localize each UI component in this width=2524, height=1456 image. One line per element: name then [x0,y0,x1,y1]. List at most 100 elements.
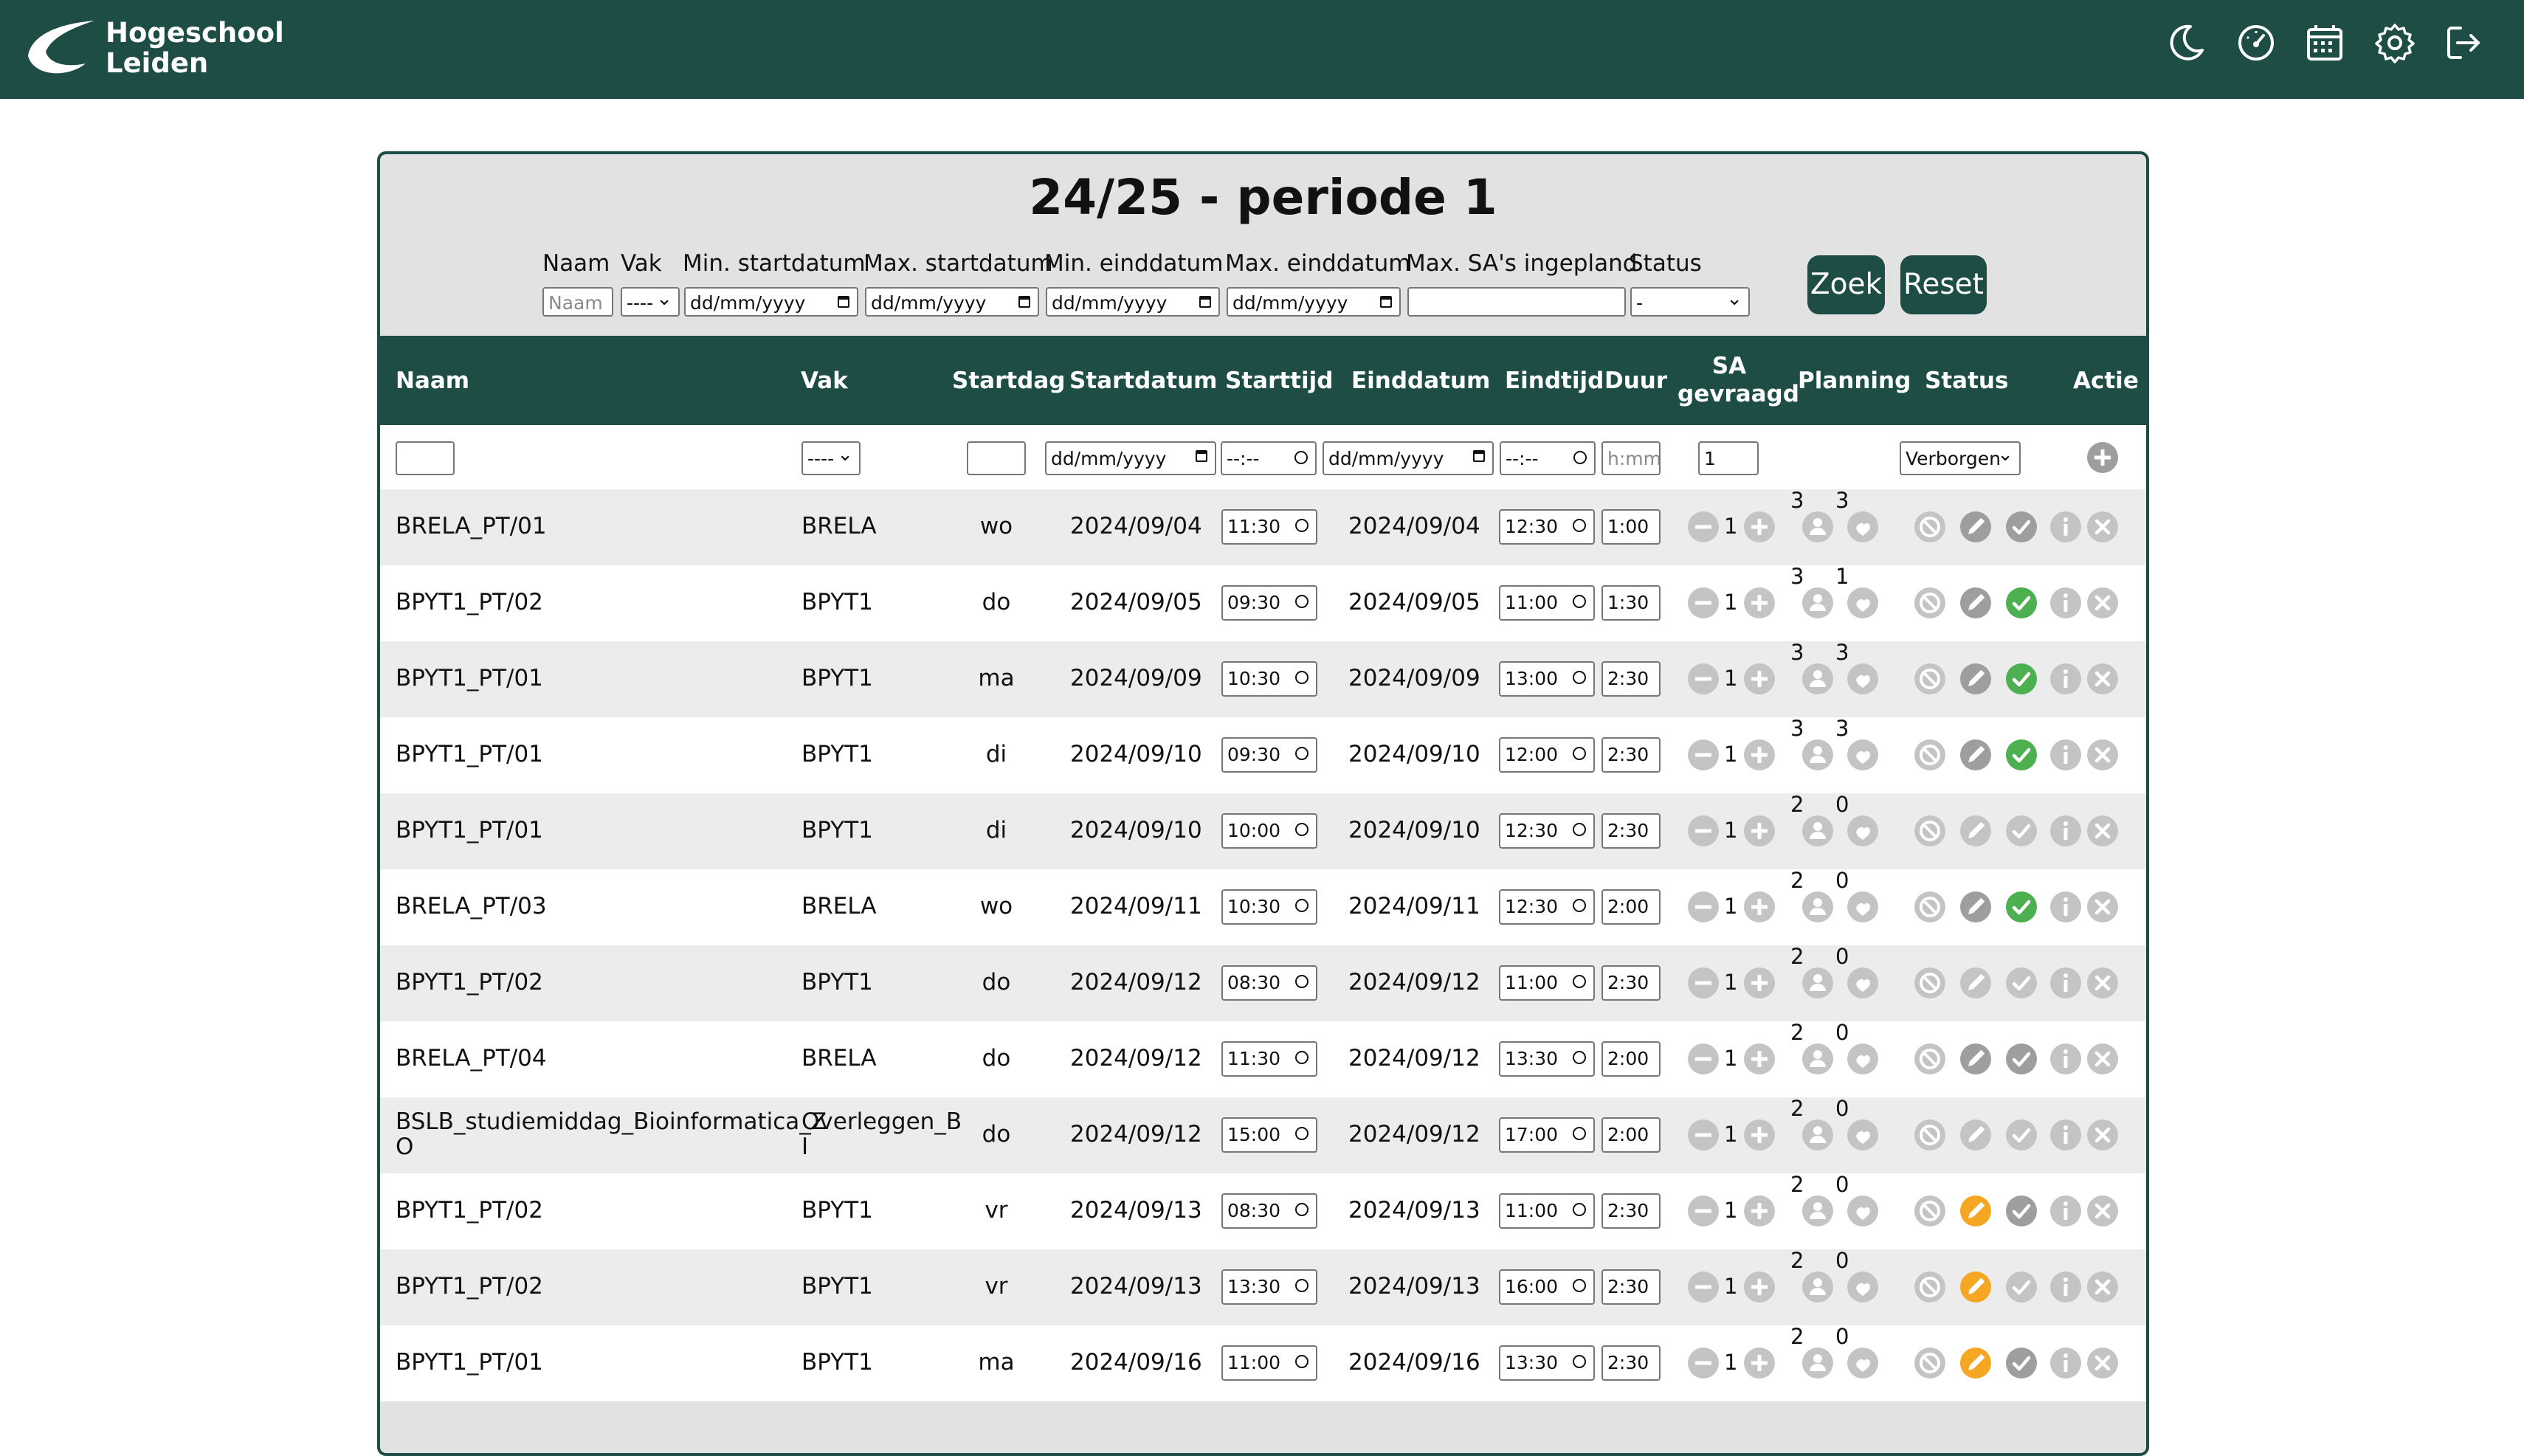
minus-icon[interactable] [1687,1195,1720,1227]
delete-x-icon[interactable] [2086,1271,2119,1303]
hide-icon[interactable] [1914,815,1946,847]
delete-x-icon[interactable] [2086,1043,2119,1075]
starttijd-input[interactable]: 11:00 [1221,1345,1317,1381]
delete-x-icon[interactable] [2086,511,2119,543]
info-icon[interactable] [2049,739,2082,771]
approve-check-icon[interactable] [2005,587,2038,619]
starttijd-input[interactable]: 08:30 [1221,965,1317,1001]
edit-pencil-icon[interactable] [1959,1043,1992,1075]
person-icon[interactable] [1801,815,1834,847]
handshake-icon[interactable] [1847,891,1879,923]
plus-icon[interactable] [1743,967,1776,999]
person-icon[interactable] [1801,1119,1834,1151]
delete-x-icon[interactable] [2086,739,2119,771]
filter-min-einddatum-input[interactable]: dd/mm/yyyy [1046,287,1220,317]
new-duur-input[interactable]: h:mm [1601,441,1661,475]
info-icon[interactable] [2049,663,2082,695]
eindtijd-input[interactable]: 11:00 [1499,585,1595,621]
starttijd-input[interactable]: 10:30 [1221,661,1317,697]
edit-pencil-icon[interactable] [1959,1271,1992,1303]
brand-name[interactable]: Hogeschool Leiden [106,18,284,78]
delete-x-icon[interactable] [2086,587,2119,619]
duur-input[interactable]: 2:30 [1601,1345,1661,1381]
filter-status-select[interactable]: - [1630,287,1750,317]
eindtijd-input[interactable]: 17:00 [1499,1117,1595,1153]
delete-x-icon[interactable] [2086,815,2119,847]
handshake-icon[interactable] [1847,1271,1879,1303]
minus-icon[interactable] [1687,967,1720,999]
filter-max-startdatum-input[interactable]: dd/mm/yyyy [865,287,1039,317]
new-startdag-input[interactable] [967,441,1026,475]
person-icon[interactable] [1801,511,1834,543]
edit-pencil-icon[interactable] [1959,891,1992,923]
edit-pencil-icon[interactable] [1959,967,1992,999]
zoek-button[interactable]: Zoek [1807,255,1885,314]
minus-icon[interactable] [1687,739,1720,771]
col-status[interactable]: Status [1925,367,2008,395]
hide-icon[interactable] [1914,587,1946,619]
person-icon[interactable] [1801,587,1834,619]
approve-check-icon[interactable] [2005,1119,2038,1151]
info-icon[interactable] [2049,891,2082,923]
person-icon[interactable] [1801,891,1834,923]
duur-input[interactable]: 2:00 [1601,889,1661,925]
info-icon[interactable] [2049,815,2082,847]
starttijd-input[interactable]: 13:30 [1221,1269,1317,1305]
delete-x-icon[interactable] [2086,891,2119,923]
col-einddatum[interactable]: Einddatum [1351,367,1490,395]
col-duur[interactable]: Duur [1604,367,1667,395]
starttijd-input[interactable]: 11:30 [1221,509,1317,545]
info-icon[interactable] [2049,967,2082,999]
eindtijd-input[interactable]: 16:00 [1499,1269,1595,1305]
duur-input[interactable]: 1:00 [1601,509,1661,545]
new-status-select[interactable]: Verborgen [1900,441,2021,475]
handshake-icon[interactable] [1847,815,1879,847]
handshake-icon[interactable] [1847,1043,1879,1075]
hide-icon[interactable] [1914,1043,1946,1075]
eindtijd-input[interactable]: 13:30 [1499,1345,1595,1381]
handshake-icon[interactable] [1847,663,1879,695]
eindtijd-input[interactable]: 13:00 [1499,661,1595,697]
handshake-icon[interactable] [1847,511,1879,543]
new-startdatum-input[interactable]: dd/mm/yyyy [1045,441,1216,475]
hide-icon[interactable] [1914,511,1946,543]
filter-min-startdatum-input[interactable]: dd/mm/yyyy [684,287,858,317]
delete-x-icon[interactable] [2086,1195,2119,1227]
filter-naam-input[interactable]: Naam [542,287,613,317]
hide-icon[interactable] [1914,967,1946,999]
new-vak-select[interactable]: ---- [801,441,861,475]
logout-icon[interactable] [2441,21,2486,65]
plus-icon[interactable] [1743,1195,1776,1227]
plus-icon[interactable] [1743,739,1776,771]
duur-input[interactable]: 2:00 [1601,1117,1661,1153]
plus-icon[interactable] [1743,1347,1776,1379]
person-icon[interactable] [1801,739,1834,771]
hide-icon[interactable] [1914,1347,1946,1379]
person-icon[interactable] [1801,1271,1834,1303]
minus-icon[interactable] [1687,587,1720,619]
person-icon[interactable] [1801,663,1834,695]
reset-button[interactable]: Reset [1900,255,1987,314]
approve-check-icon[interactable] [2005,1195,2038,1227]
plus-icon[interactable] [1743,1043,1776,1075]
starttijd-input[interactable]: 15:00 [1221,1117,1317,1153]
moon-icon[interactable] [2164,21,2208,65]
delete-x-icon[interactable] [2086,967,2119,999]
eindtijd-input[interactable]: 12:00 [1499,737,1595,773]
filter-max-sa-input[interactable] [1407,287,1626,317]
handshake-icon[interactable] [1847,1347,1879,1379]
delete-x-icon[interactable] [2086,1119,2119,1151]
approve-check-icon[interactable] [2005,511,2038,543]
starttijd-input[interactable]: 09:30 [1221,585,1317,621]
plus-icon[interactable] [1743,587,1776,619]
edit-pencil-icon[interactable] [1959,739,1992,771]
info-icon[interactable] [2049,511,2082,543]
eindtijd-input[interactable]: 12:30 [1499,813,1595,849]
eindtijd-input[interactable]: 12:30 [1499,509,1595,545]
starttijd-input[interactable]: 09:30 [1221,737,1317,773]
dashboard-icon[interactable] [2234,21,2278,65]
approve-check-icon[interactable] [2005,891,2038,923]
duur-input[interactable]: 2:30 [1601,965,1661,1001]
hide-icon[interactable] [1914,739,1946,771]
info-icon[interactable] [2049,1119,2082,1151]
